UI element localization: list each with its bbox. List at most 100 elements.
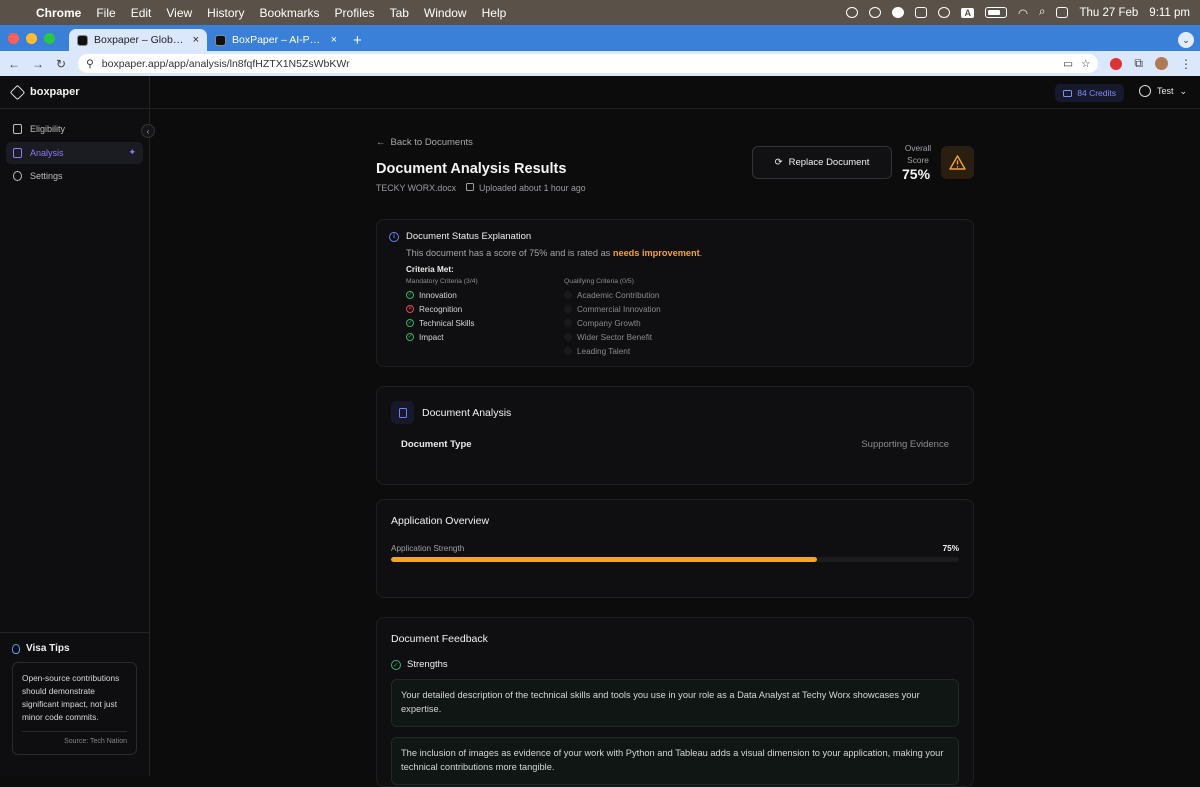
search-icon[interactable]: ⌕	[1039, 6, 1045, 19]
replace-document-label: Replace Document	[788, 157, 870, 168]
boxpaper-logo-icon	[9, 84, 26, 100]
new-tab-button[interactable]: +	[345, 29, 370, 51]
page-header: ← Back to Documents Document Analysis Re…	[376, 136, 974, 193]
empty-circle-icon	[564, 319, 572, 327]
chatgpt-icon[interactable]	[938, 7, 951, 18]
status-rating: needs improvement	[612, 248, 700, 258]
sidebar-item-settings[interactable]: Settings	[6, 165, 143, 187]
replace-document-button[interactable]: ⟳ Replace Document	[752, 146, 892, 179]
install-app-icon[interactable]: ▭	[1063, 58, 1073, 70]
warning-triangle-icon	[949, 155, 966, 170]
criterion-label: Technical Skills	[419, 318, 475, 328]
input-source-icon[interactable]: A	[961, 7, 974, 18]
collapse-sidebar-chevron-left-icon[interactable]: ‹	[141, 124, 155, 138]
sidebar-item-analysis[interactable]: Analysis ✦	[6, 141, 143, 164]
empty-circle-icon	[564, 333, 572, 341]
extension-icon[interactable]	[1110, 57, 1123, 70]
document-feedback-panel: Document Feedback ✓ Strengths Your detai…	[376, 617, 974, 787]
menu-edit[interactable]: Edit	[131, 6, 152, 20]
credits-badge[interactable]: 84 Credits	[1055, 84, 1124, 102]
back-arrow-icon[interactable]: ←	[8, 57, 20, 71]
strength-feedback-item: The inclusion of images as evidence of y…	[391, 736, 959, 785]
application-strength-bar	[391, 557, 959, 562]
x-circle-icon: ✕	[406, 305, 414, 313]
check-circle-icon: ✓	[406, 333, 414, 341]
tab-search-chevron-icon[interactable]: ⌄	[1178, 32, 1194, 48]
profile-avatar[interactable]	[1155, 57, 1168, 70]
user-name: Test	[1156, 86, 1174, 96]
criterion-label: Leading Talent	[577, 346, 631, 356]
control-center-icon[interactable]	[1056, 7, 1069, 18]
menu-profiles[interactable]: Profiles	[335, 6, 375, 20]
sparkle-icon: ✦	[128, 147, 136, 157]
address-bar[interactable]: ⚲ boxpaper.app/app/analysis/ln8fqfHZTX1N…	[78, 54, 1099, 73]
menu-file[interactable]: File	[96, 6, 115, 20]
strength-feedback-item: Your detailed description of the technic…	[391, 679, 959, 727]
check-circle-icon: ✓	[391, 659, 401, 670]
mandatory-heading: Mandatory Criteria (3/4)	[406, 278, 478, 285]
criterion-label: Innovation	[419, 290, 457, 300]
site-info-icon[interactable]: ⚲	[86, 58, 94, 70]
menu-window[interactable]: Window	[424, 6, 467, 20]
close-window-button[interactable]	[8, 32, 19, 44]
criterion-label: Commercial Innovation	[577, 304, 661, 314]
document-analysis-title: Document Analysis	[422, 406, 512, 419]
upload-time: Uploaded about 1 hour ago	[479, 183, 586, 193]
criterion-item: Company Growth	[564, 316, 722, 330]
refresh-icon: ⟳	[774, 157, 783, 168]
bookmark-star-icon[interactable]: ☆	[1081, 58, 1090, 70]
status-header: i Document Status Explanation	[389, 231, 961, 242]
criteria-columns: Mandatory Criteria (3/4) ✓ Innovation ✕ Re…	[406, 278, 961, 358]
menu-history[interactable]: History	[207, 6, 244, 20]
criterion-label: Company Growth	[577, 318, 641, 328]
menu-view[interactable]: View	[166, 6, 192, 20]
tab-title: Boxpaper – Global Talent Visa	[94, 34, 187, 46]
application-overview-panel: Application Overview Application Strengt…	[376, 499, 974, 598]
sidebar-item-label: Eligibility	[30, 124, 66, 134]
criterion-label: Academic Contribution	[577, 290, 660, 300]
brand[interactable]: boxpaper	[0, 76, 149, 109]
browser-tab-boxpaper-document[interactable]: BoxPaper – AI-Powered Document ×	[207, 29, 345, 51]
clock-date[interactable]: Thu 27 Feb	[1079, 7, 1138, 19]
notion-icon[interactable]	[915, 7, 928, 18]
empty-circle-icon	[564, 291, 572, 299]
record-icon[interactable]	[892, 7, 905, 18]
file-icon	[398, 407, 407, 418]
mandatory-criteria: Mandatory Criteria (3/4) ✓ Innovation ✕ Re…	[406, 278, 564, 358]
battery-icon[interactable]	[984, 7, 1007, 18]
minimize-window-button[interactable]	[26, 32, 37, 44]
clock-time[interactable]: 9:11 pm	[1149, 7, 1190, 19]
overall-score-label: Overall Score	[904, 143, 932, 166]
app-header: 84 Credits Test ⌄	[150, 76, 1200, 109]
menu-help[interactable]: Help	[482, 6, 507, 20]
check-circle-icon: ✓	[406, 291, 414, 299]
close-tab-icon[interactable]: ×	[331, 34, 337, 46]
status-icon[interactable]	[869, 7, 882, 18]
macos-menu-bar: Chrome File Edit View History Bookmarks …	[0, 0, 1200, 25]
browser-toolbar: ← → ↻ ⚲ boxpaper.app/app/analysis/ln8fqf…	[0, 51, 1200, 76]
criterion-item: ✓ Innovation	[406, 288, 564, 302]
criterion-label: Wider Sector Benefit	[577, 332, 653, 342]
menu-chrome[interactable]: Chrome	[36, 6, 81, 20]
sidebar-item-label: Settings	[30, 171, 63, 181]
menu-tab[interactable]: Tab	[390, 6, 409, 20]
user-menu[interactable]: Test ⌄	[1138, 85, 1187, 97]
browser-tab-boxpaper-visa[interactable]: Boxpaper – Global Talent Visa ×	[69, 29, 207, 51]
criterion-label: Recognition	[419, 304, 463, 314]
overall-score-value: 75%	[902, 166, 931, 182]
zoom-window-button[interactable]	[44, 32, 55, 44]
boxpaper-favicon-icon	[77, 34, 88, 46]
forward-arrow-icon[interactable]: →	[32, 57, 44, 71]
close-tab-icon[interactable]: ×	[193, 34, 199, 46]
extensions-puzzle-icon[interactable]: ⧉	[1134, 56, 1143, 71]
menu-bookmarks[interactable]: Bookmarks	[260, 6, 320, 20]
chrome-menu-icon[interactable]: ⋮	[1180, 57, 1192, 71]
reload-icon[interactable]: ↻	[56, 57, 66, 71]
sidebar-item-eligibility[interactable]: Eligibility	[6, 118, 143, 140]
url-text[interactable]: boxpaper.app/app/analysis/ln8fqfHZTX1N5Z…	[102, 58, 1055, 70]
status-icon[interactable]	[846, 7, 859, 18]
credits-label: 84 Credits	[1077, 88, 1116, 98]
criterion-item: ✕ Recognition	[406, 302, 564, 316]
wifi-icon[interactable]: ◠	[1018, 6, 1028, 20]
criterion-item: ✓ Impact	[406, 330, 564, 344]
